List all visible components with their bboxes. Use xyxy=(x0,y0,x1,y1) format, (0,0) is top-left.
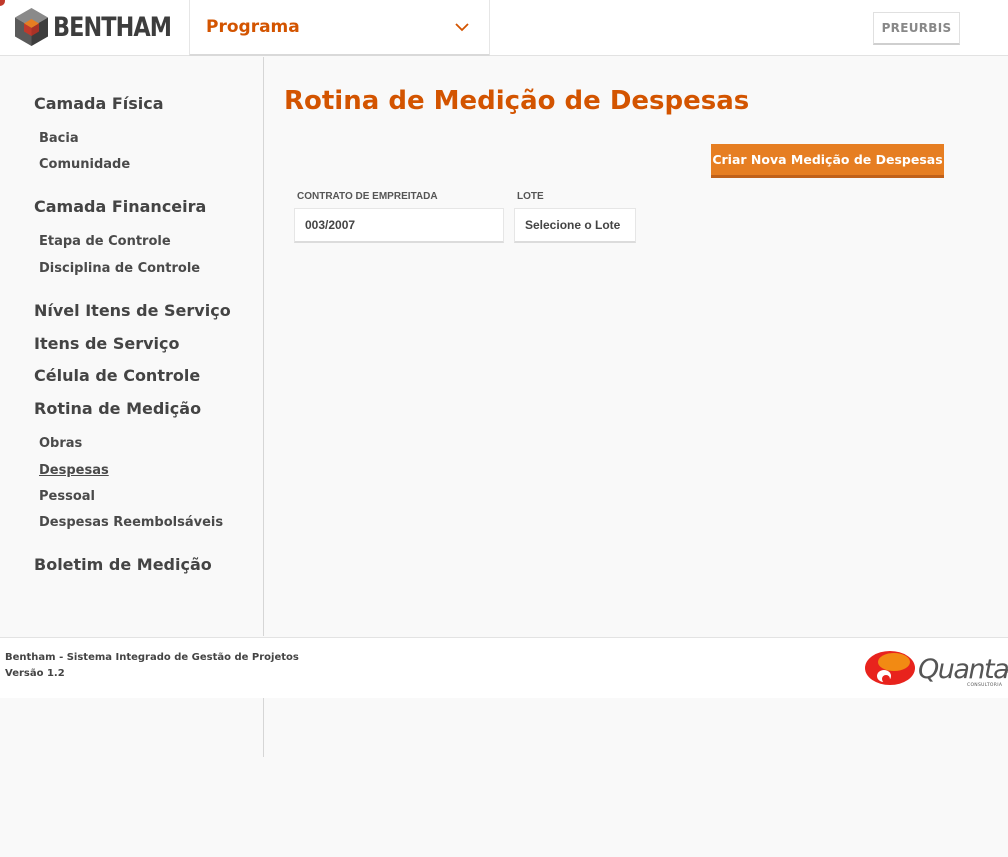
lote-label: LOTE xyxy=(517,191,544,202)
sidebar-item-celula-controle[interactable]: Célula de Controle xyxy=(34,366,200,385)
create-expense-measurement-button[interactable]: Criar Nova Medição de Despesas xyxy=(711,144,944,178)
sidebar-item-obras[interactable]: Obras xyxy=(39,436,82,451)
sidebar-item-comunidade[interactable]: Comunidade xyxy=(39,157,130,172)
page-title: Rotina de Medição de Despesas xyxy=(284,86,750,116)
footer-system-name: Bentham - Sistema Integrado de Gestão de… xyxy=(5,652,299,663)
bentham-logo[interactable]: BENTHAM xyxy=(15,8,181,46)
sidebar-item-camada-fisica[interactable]: Camada Física xyxy=(34,94,164,113)
sidebar-item-pessoal[interactable]: Pessoal xyxy=(39,489,95,504)
footer: Bentham - Sistema Integrado de Gestão de… xyxy=(0,637,1008,698)
quanta-logo-text: Quanta xyxy=(918,654,1008,685)
sidebar-item-despesas-reembolsaveis[interactable]: Despesas Reembolsáveis xyxy=(39,515,223,530)
chevron-down-icon xyxy=(455,23,469,32)
program-dropdown-label: Programa xyxy=(206,17,300,37)
contrato-label: CONTRATO DE EMPREITADA xyxy=(297,191,438,202)
contrato-select[interactable]: 003/2007 xyxy=(294,208,504,243)
quanta-logo: Quanta ® CONSULTORIA xyxy=(865,651,1008,688)
lote-value: Selecione o Lote xyxy=(525,218,621,232)
sidebar-item-etapa-controle[interactable]: Etapa de Controle xyxy=(39,234,171,249)
sidebar-item-boletim-medicao[interactable]: Boletim de Medição xyxy=(34,555,212,574)
program-dropdown[interactable]: Programa xyxy=(189,0,490,56)
logo-text: BENTHAM xyxy=(53,11,172,43)
sidebar-item-rotina-medicao[interactable]: Rotina de Medição xyxy=(34,399,201,418)
sidebar: Camada Física Bacia Comunidade Camada Fi… xyxy=(0,57,264,636)
sidebar-item-nivel-itens[interactable]: Nível Itens de Serviço xyxy=(34,301,231,320)
user-button[interactable]: PREURBIS xyxy=(873,12,960,45)
lote-select[interactable]: Selecione o Lote xyxy=(514,208,636,243)
contrato-value: 003/2007 xyxy=(305,218,356,232)
quanta-logo-subtext: CONSULTORIA xyxy=(967,682,1003,688)
sidebar-item-itens-servico[interactable]: Itens de Serviço xyxy=(34,334,179,353)
top-header: BENTHAM Programa PREURBIS xyxy=(0,0,1008,56)
sidebar-divider xyxy=(263,698,264,757)
cube-logo-icon xyxy=(15,8,48,46)
sidebar-item-despesas[interactable]: Despesas xyxy=(39,463,109,478)
footer-version: Versão 1.2 xyxy=(5,668,65,679)
sidebar-item-camada-financeira[interactable]: Camada Financeira xyxy=(34,197,206,216)
sidebar-item-disciplina-controle[interactable]: Disciplina de Controle xyxy=(39,261,200,276)
sidebar-item-bacia[interactable]: Bacia xyxy=(39,131,79,146)
corner-mark xyxy=(0,0,5,6)
